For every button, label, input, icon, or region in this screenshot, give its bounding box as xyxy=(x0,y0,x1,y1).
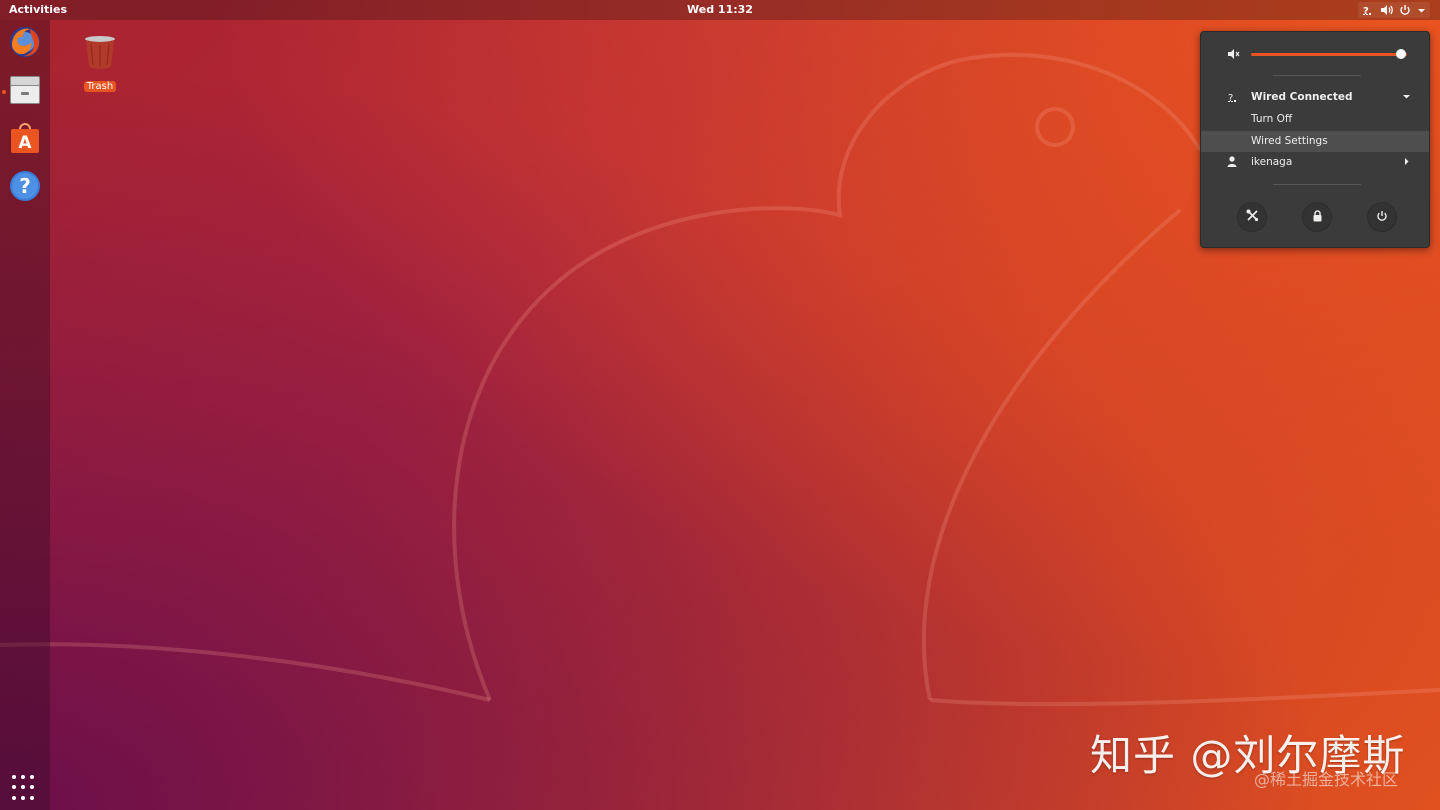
menu-item-turn-off[interactable]: Turn Off xyxy=(1201,109,1429,130)
settings-icon xyxy=(1246,209,1259,225)
system-tray[interactable]: ? xyxy=(1358,2,1430,18)
power-off-button[interactable] xyxy=(1367,202,1397,232)
clock[interactable]: Wed 11:32 xyxy=(660,3,780,16)
volume-row xyxy=(1201,45,1431,63)
network-question-icon: ? xyxy=(1227,91,1239,106)
running-indicator xyxy=(2,90,6,94)
menu-item-wired-connected[interactable]: ? Wired Connected xyxy=(1201,87,1429,108)
chevron-right-icon xyxy=(1402,157,1411,169)
volume-slider-handle[interactable] xyxy=(1395,49,1406,59)
dock-item-software[interactable]: A xyxy=(7,122,43,158)
apps-grid-dot xyxy=(12,795,16,800)
dock-item-files[interactable] xyxy=(7,74,43,110)
apps-grid-dot xyxy=(21,795,25,800)
activities-button[interactable]: Activities xyxy=(9,3,67,16)
top-bar: Activities Wed 11:32 ? xyxy=(0,0,1440,20)
chevron-down-icon xyxy=(1402,92,1411,104)
apps-grid-dot xyxy=(30,785,34,790)
network-question-icon[interactable]: ? xyxy=(1362,4,1374,16)
wired-connected-label: Wired Connected xyxy=(1251,91,1353,103)
svg-text:?: ? xyxy=(19,174,31,198)
trash-label: Trash xyxy=(83,81,117,92)
volume-muted-icon[interactable] xyxy=(1227,48,1240,63)
user-name-label: ikenaga xyxy=(1251,156,1293,168)
system-menu: ? Wired Connected Turn Off Wired Setting… xyxy=(1200,31,1430,248)
settings-button[interactable] xyxy=(1237,202,1267,232)
trash-icon xyxy=(83,36,117,74)
apps-grid-dot xyxy=(12,785,16,790)
dock: A ? xyxy=(0,20,50,810)
apps-grid-dot xyxy=(12,775,16,779)
menu-item-user[interactable]: ikenaga xyxy=(1201,152,1429,173)
svg-text:A: A xyxy=(18,133,32,153)
lock-button[interactable] xyxy=(1302,202,1332,232)
lock-icon xyxy=(1312,209,1323,225)
watermark-juejin: @稀土掘金技术社区 xyxy=(1254,770,1399,789)
user-icon xyxy=(1227,156,1237,170)
wired-settings-label: Wired Settings xyxy=(1251,135,1328,147)
separator xyxy=(1273,75,1361,76)
volume-icon[interactable] xyxy=(1380,4,1393,16)
firefox-icon xyxy=(8,25,42,63)
dock-item-help[interactable]: ? xyxy=(7,170,43,206)
separator xyxy=(1273,184,1361,185)
volume-slider[interactable] xyxy=(1251,53,1407,56)
apps-grid-dot xyxy=(21,785,25,790)
file-cabinet-icon xyxy=(9,74,41,110)
turn-off-label: Turn Off xyxy=(1251,113,1293,125)
menu-item-wired-settings[interactable]: Wired Settings xyxy=(1201,131,1429,152)
chevron-down-icon[interactable] xyxy=(1417,4,1426,16)
action-buttons xyxy=(1201,202,1431,232)
show-apps-button[interactable] xyxy=(12,775,38,801)
apps-grid-dot xyxy=(30,775,34,779)
apps-grid-dot xyxy=(21,775,25,779)
dock-item-firefox[interactable] xyxy=(7,26,43,62)
power-icon[interactable] xyxy=(1399,4,1411,16)
power-icon xyxy=(1376,210,1388,225)
software-center-icon: A xyxy=(9,122,41,158)
help-icon: ? xyxy=(9,170,41,206)
desktop-trash[interactable]: Trash xyxy=(80,34,120,93)
apps-grid-dot xyxy=(30,795,34,800)
